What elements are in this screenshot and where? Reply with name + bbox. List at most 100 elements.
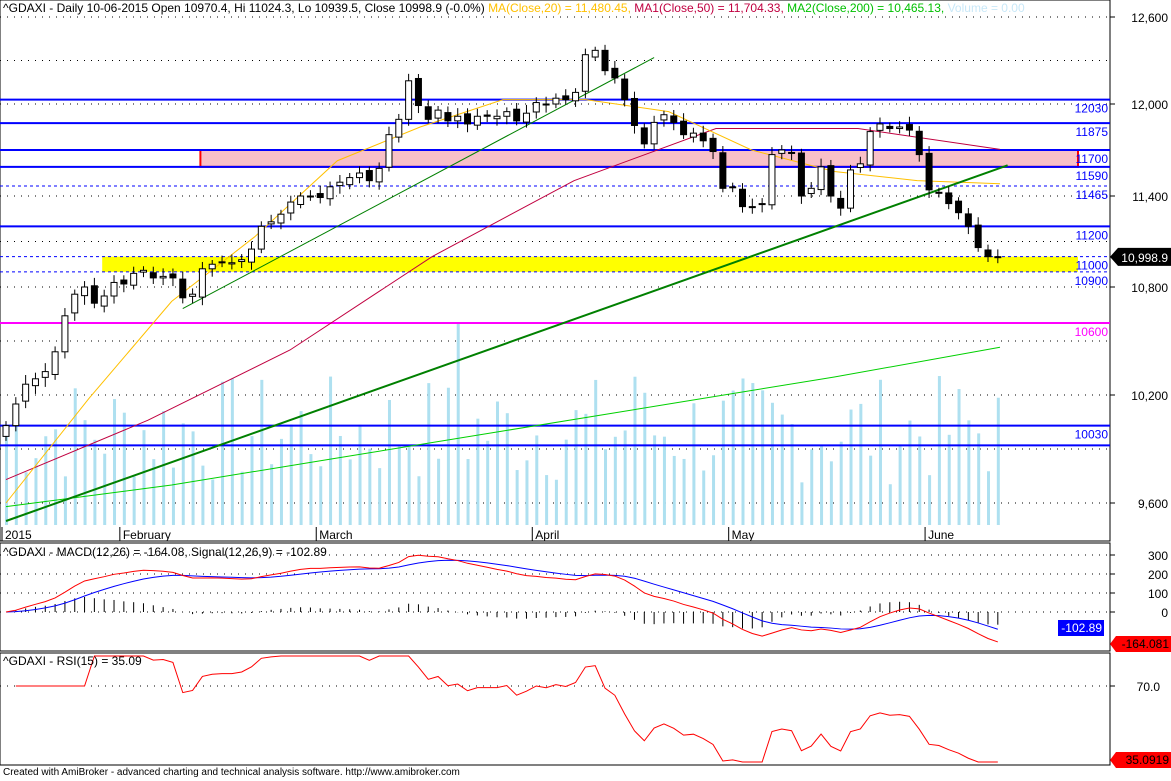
price-tick-label: 11,400 [1132, 190, 1168, 204]
candle-up [856, 163, 864, 168]
candle-up [817, 166, 825, 191]
last-price-label: 10,998.9 [1121, 251, 1168, 265]
volume-bar [338, 435, 342, 525]
candle-up [12, 403, 20, 427]
volume-bar [780, 414, 784, 525]
candle-up [257, 225, 265, 250]
level-label: 11200 [1076, 228, 1109, 242]
volume-bar [230, 378, 234, 525]
macd-pane-frame [0, 542, 1111, 652]
rsi-pane-frame [0, 652, 1111, 766]
candle-down [218, 261, 226, 264]
volume-bar [132, 476, 136, 525]
candle-up [405, 80, 413, 120]
candle-down [886, 125, 894, 130]
candle-up [503, 111, 511, 117]
volume-bar [83, 420, 87, 525]
date-label: March [319, 528, 352, 542]
candle-down [788, 151, 796, 154]
volume-bar [260, 379, 264, 525]
candle-down [827, 165, 835, 197]
candle-up [336, 181, 344, 187]
price-tick-label: 10,200 [1131, 389, 1168, 403]
volume-bar [712, 455, 716, 525]
date-label: May [732, 528, 755, 542]
candle-up [248, 248, 255, 263]
rsi-line [15, 655, 998, 763]
volume-bar [466, 459, 470, 525]
volume-bar [878, 379, 882, 525]
price-header: ^GDAXI - Daily 10-06-2015 Open 10970.4, … [3, 1, 1025, 15]
candle-up [71, 293, 79, 314]
rsi-tick-label: 70.0 [1137, 680, 1161, 694]
macd-tick-label: 0 [1161, 606, 1168, 620]
candle-down [611, 67, 619, 79]
candle-up [847, 169, 855, 209]
volume-legend: Volume = 0.00 [947, 1, 1025, 15]
price-tick-label: 10,800 [1131, 281, 1168, 295]
volume-bar [417, 476, 421, 525]
candle-up [729, 186, 737, 189]
volume-bar [142, 430, 146, 525]
volume-bar [270, 464, 274, 525]
date-label: April [535, 528, 559, 542]
candle-up [778, 149, 786, 154]
macd-tick-label: 100 [1148, 587, 1168, 601]
volume-bar [987, 471, 990, 525]
candle-down [709, 137, 717, 153]
candle-down [630, 97, 638, 126]
candle-up [473, 115, 481, 126]
volume-bar [515, 470, 519, 525]
macd-value-label: -164.081 [1122, 637, 1170, 651]
price-title: ^GDAXI - Daily 10-06-2015 Open 10970.4, … [3, 1, 485, 15]
candle-up [395, 118, 403, 138]
volume-bar [692, 403, 696, 525]
candle-down [915, 130, 923, 156]
candle-up [807, 187, 815, 195]
candle-down [680, 120, 688, 136]
candle-down [601, 49, 609, 72]
candle-up [748, 206, 756, 209]
volume-bar [594, 379, 598, 525]
candle-down [179, 278, 187, 299]
candle-up [866, 131, 874, 166]
volume-bar [103, 453, 107, 525]
candle-down [316, 193, 324, 199]
candle-up [346, 177, 354, 186]
candle-up [434, 109, 442, 119]
volume-bar [289, 424, 293, 525]
volume-bar [329, 376, 333, 525]
candle-down [90, 285, 98, 304]
level-label: 10030 [1075, 428, 1109, 442]
candle-up [689, 132, 697, 138]
volume-bar [908, 420, 912, 525]
volume-bar [967, 420, 971, 525]
level-label: 11590 [1076, 169, 1109, 183]
ma200-legend: MA2(Close,200) = 10,465.13, [787, 1, 945, 15]
candle-down [974, 224, 982, 249]
date-label: 2015 [5, 528, 32, 542]
level-label: 11000 [1076, 259, 1109, 273]
candle-down [964, 213, 972, 227]
volume-bar [790, 424, 794, 525]
volume-bar [378, 468, 382, 525]
candle-down [935, 191, 943, 194]
candle-up [208, 263, 216, 270]
candle-down [120, 279, 128, 285]
candle-up [758, 203, 766, 206]
volume-bar [486, 440, 490, 525]
volume-bar [73, 388, 77, 525]
candle-up [650, 121, 658, 145]
candle-up [532, 102, 540, 113]
macd-tick-label: 300 [1148, 549, 1168, 563]
candle-up [22, 383, 30, 402]
level-label: 11700 [1076, 152, 1109, 166]
volume-bar [810, 449, 814, 525]
candle-up [493, 115, 501, 120]
date-label: June [928, 528, 954, 542]
candle-down [984, 249, 992, 258]
candle-down [719, 152, 727, 189]
volume-bar [947, 434, 951, 525]
macd-header: ^GDAXI - MACD(12,26) = -164.08, Signal(1… [3, 545, 327, 559]
candle-up [572, 91, 580, 102]
